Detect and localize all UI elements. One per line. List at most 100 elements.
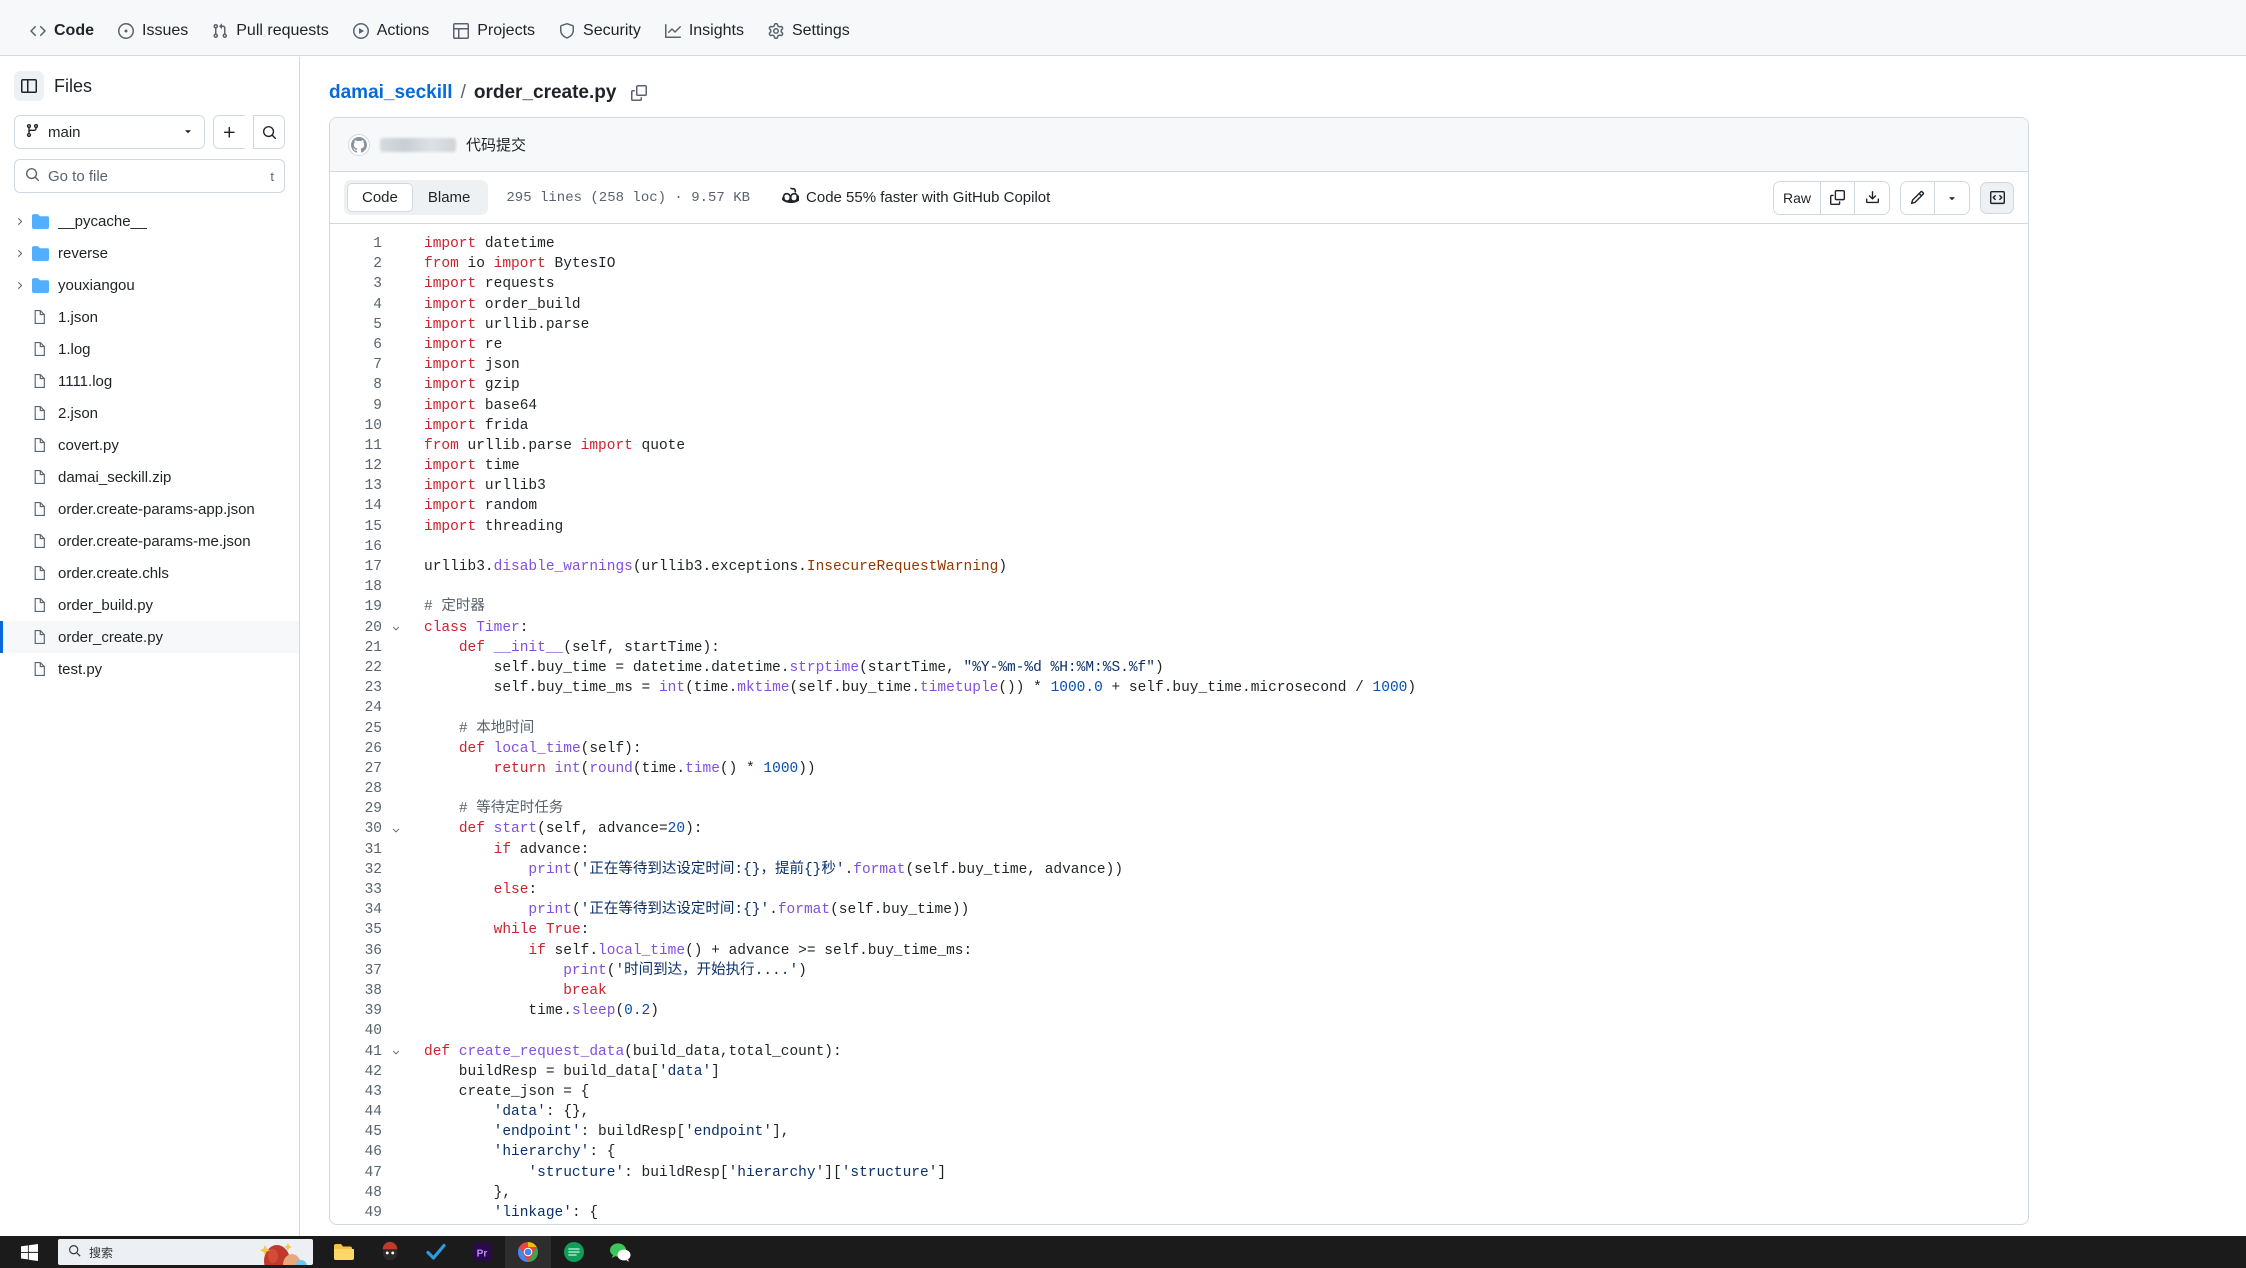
- copilot-cta[interactable]: Code 55% faster with GitHub Copilot: [782, 187, 1050, 208]
- line-number[interactable]: 22: [330, 658, 386, 678]
- file-tree-item[interactable]: damai_seckill.zip: [0, 461, 299, 493]
- go-to-file-input[interactable]: Go to file t: [14, 159, 285, 193]
- line-number[interactable]: 36: [330, 941, 386, 961]
- file-tree-item[interactable]: order_build.py: [0, 589, 299, 621]
- commit-message[interactable]: 代码提交: [466, 134, 526, 155]
- line-number[interactable]: 25: [330, 719, 386, 739]
- tab-code[interactable]: Code: [347, 183, 413, 212]
- line-number[interactable]: 41: [330, 1042, 386, 1062]
- chevron-right-icon[interactable]: [10, 248, 28, 259]
- premiere-icon[interactable]: Pr: [459, 1236, 505, 1268]
- nav-tab-insights[interactable]: Insights: [653, 16, 756, 46]
- line-number[interactable]: 12: [330, 456, 386, 476]
- nav-tab-issues[interactable]: Issues: [106, 16, 200, 46]
- file-tree-item[interactable]: 2.json: [0, 397, 299, 429]
- folder-icon[interactable]: [321, 1236, 367, 1268]
- line-number[interactable]: 46: [330, 1142, 386, 1162]
- line-number[interactable]: 40: [330, 1021, 386, 1041]
- file-tree-item[interactable]: order_create.py: [0, 621, 299, 653]
- sidebar-collapse-icon[interactable]: [14, 71, 44, 101]
- line-number[interactable]: 33: [330, 880, 386, 900]
- download-icon[interactable]: [1855, 181, 1889, 214]
- file-tree-item[interactable]: youxiangou: [0, 269, 299, 301]
- line-number[interactable]: 30: [330, 819, 386, 839]
- search-files-button[interactable]: [253, 115, 285, 149]
- app-icon[interactable]: [367, 1236, 413, 1268]
- line-number[interactable]: 3: [330, 274, 386, 294]
- nav-tab-code[interactable]: Code: [18, 16, 106, 59]
- line-number[interactable]: 6: [330, 335, 386, 355]
- nav-tab-actions[interactable]: Actions: [341, 16, 441, 46]
- breadcrumb-repo-link[interactable]: damai_seckill: [329, 82, 453, 104]
- line-number[interactable]: 19: [330, 597, 386, 617]
- copy-path-icon[interactable]: [628, 82, 650, 104]
- windows-start-icon[interactable]: [0, 1236, 58, 1268]
- line-number[interactable]: 15: [330, 517, 386, 537]
- file-tree-item[interactable]: __pycache__: [0, 205, 299, 237]
- line-number[interactable]: 26: [330, 739, 386, 759]
- wechat-icon[interactable]: [597, 1236, 643, 1268]
- nav-tab-pull-requests[interactable]: Pull requests: [200, 16, 341, 46]
- add-file-button[interactable]: [213, 115, 245, 149]
- line-number[interactable]: 21: [330, 638, 386, 658]
- line-number[interactable]: 24: [330, 698, 386, 718]
- chevron-right-icon[interactable]: [10, 216, 28, 227]
- line-number[interactable]: 44: [330, 1102, 386, 1122]
- nav-tab-settings[interactable]: Settings: [756, 16, 862, 46]
- line-number[interactable]: 13: [330, 476, 386, 496]
- tab-blame[interactable]: Blame: [413, 183, 486, 212]
- line-number[interactable]: 45: [330, 1122, 386, 1142]
- copy-raw-icon[interactable]: [1821, 181, 1855, 214]
- line-number[interactable]: 14: [330, 496, 386, 516]
- file-tree-item[interactable]: order.create-params-app.json: [0, 493, 299, 525]
- file-tree-item[interactable]: 1.log: [0, 333, 299, 365]
- line-number[interactable]: 10: [330, 416, 386, 436]
- symbols-panel-toggle[interactable]: [1980, 181, 2014, 214]
- line-number[interactable]: 11: [330, 436, 386, 456]
- todo-icon[interactable]: [413, 1236, 459, 1268]
- line-number[interactable]: 47: [330, 1163, 386, 1183]
- code-fold-toggle-icon[interactable]: [386, 819, 406, 839]
- line-number[interactable]: 1: [330, 234, 386, 254]
- nav-tab-projects[interactable]: Projects: [441, 16, 547, 46]
- wechat-pay-icon[interactable]: [551, 1236, 597, 1268]
- line-number[interactable]: 28: [330, 779, 386, 799]
- code-fold-toggle-icon[interactable]: [386, 1042, 406, 1062]
- file-tree-item[interactable]: order.create-params-me.json: [0, 525, 299, 557]
- chevron-right-icon[interactable]: [10, 280, 28, 291]
- line-number[interactable]: 39: [330, 1001, 386, 1021]
- file-tree-item[interactable]: reverse: [0, 237, 299, 269]
- line-number[interactable]: 50: [330, 1223, 386, 1224]
- chrome-icon[interactable]: [505, 1236, 551, 1268]
- line-number[interactable]: 9: [330, 396, 386, 416]
- line-number[interactable]: 49: [330, 1203, 386, 1223]
- line-number[interactable]: 5: [330, 315, 386, 335]
- line-number[interactable]: 17: [330, 557, 386, 577]
- line-number[interactable]: 32: [330, 860, 386, 880]
- file-tree-item[interactable]: 1.json: [0, 301, 299, 333]
- code-fold-toggle-icon[interactable]: [386, 618, 406, 638]
- line-number[interactable]: 38: [330, 981, 386, 1001]
- line-number[interactable]: 4: [330, 295, 386, 315]
- line-number[interactable]: 27: [330, 759, 386, 779]
- file-tree-item[interactable]: covert.py: [0, 429, 299, 461]
- nav-tab-security[interactable]: Security: [547, 16, 653, 46]
- line-number[interactable]: 48: [330, 1183, 386, 1203]
- code-viewer[interactable]: 1 import datetime 2 from io import BytesIO 3…: [330, 224, 2028, 1224]
- line-number[interactable]: 2: [330, 254, 386, 274]
- line-number[interactable]: 34: [330, 900, 386, 920]
- branch-selector[interactable]: main: [14, 115, 205, 149]
- line-number[interactable]: 20: [330, 618, 386, 638]
- line-number[interactable]: 23: [330, 678, 386, 698]
- line-number[interactable]: 7: [330, 355, 386, 375]
- pencil-icon[interactable]: [1901, 181, 1935, 214]
- raw-button[interactable]: Raw: [1773, 181, 1821, 214]
- line-number[interactable]: 16: [330, 537, 386, 557]
- file-tree-item[interactable]: order.create.chls: [0, 557, 299, 589]
- file-tree-item[interactable]: test.py: [0, 653, 299, 685]
- line-number[interactable]: 18: [330, 577, 386, 597]
- edit-chevron-down-icon[interactable]: [1935, 181, 1969, 214]
- line-number[interactable]: 35: [330, 920, 386, 940]
- line-number[interactable]: 37: [330, 961, 386, 981]
- line-number[interactable]: 43: [330, 1082, 386, 1102]
